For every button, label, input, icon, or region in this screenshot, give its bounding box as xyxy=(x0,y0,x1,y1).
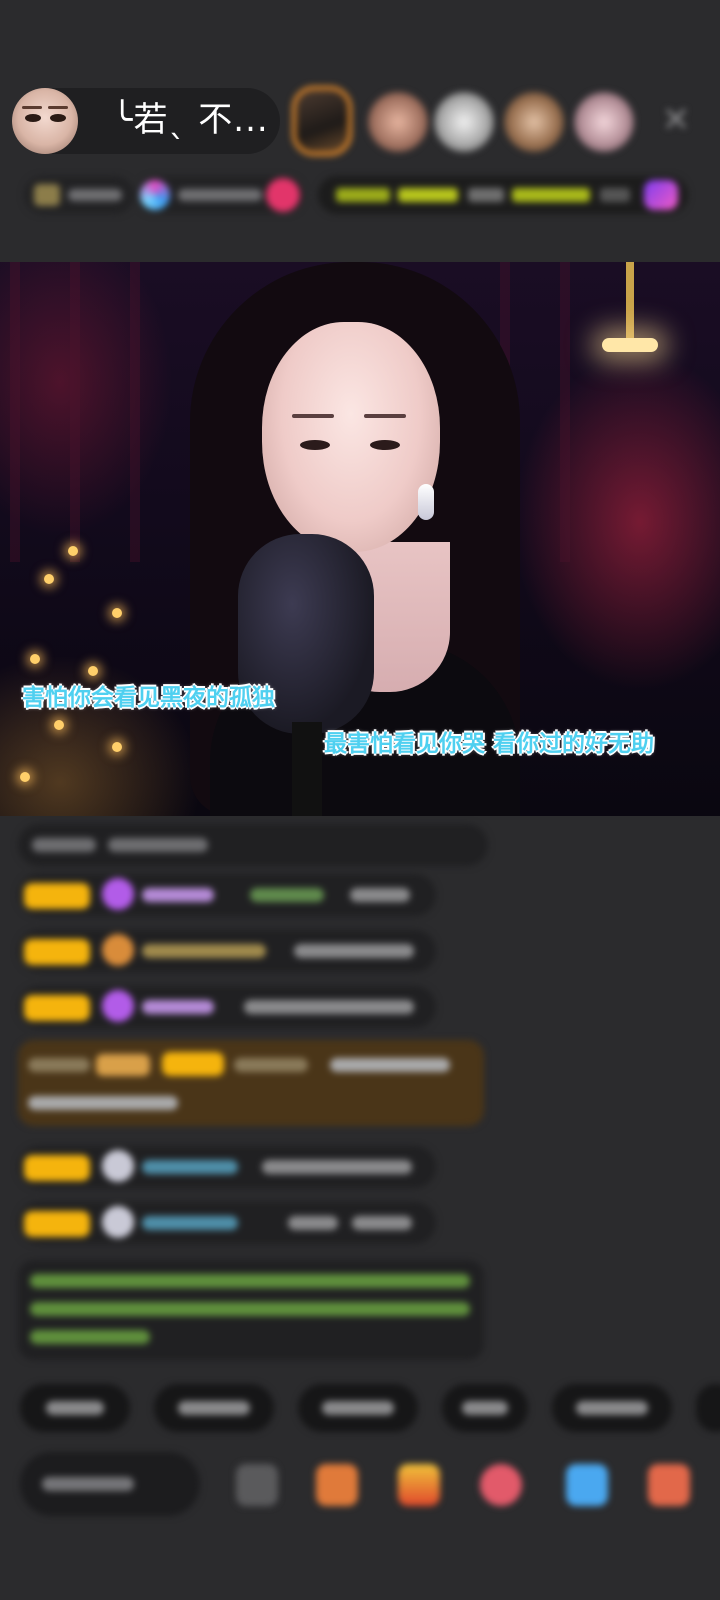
close-icon[interactable]: ✕ xyxy=(656,100,696,140)
system-notice xyxy=(18,1260,484,1360)
host-name: ╰若ˎ 不... xyxy=(112,100,269,140)
fan-club-icon[interactable] xyxy=(480,1464,522,1506)
viewer-avatar[interactable] xyxy=(368,92,428,152)
chat-list[interactable] xyxy=(0,816,720,1360)
quick-reply-chip[interactable] xyxy=(552,1384,672,1432)
chat-input[interactable] xyxy=(20,1452,200,1516)
quick-reply-chip[interactable] xyxy=(20,1384,130,1432)
quick-reply-chip[interactable] xyxy=(696,1384,720,1432)
status-row xyxy=(0,168,720,222)
popularity-text xyxy=(178,189,262,201)
chat-message xyxy=(18,874,436,916)
chat-message xyxy=(18,930,436,972)
chat-message xyxy=(18,1202,436,1244)
quick-reply-chip[interactable] xyxy=(154,1384,274,1432)
microphone-stand xyxy=(292,722,322,816)
quick-reply-chip[interactable] xyxy=(442,1384,528,1432)
viewer-avatar[interactable] xyxy=(574,92,634,152)
chat-message xyxy=(18,824,488,866)
pk-icon xyxy=(266,178,300,212)
viewer-avatar[interactable] xyxy=(434,92,494,152)
popularity-chip[interactable] xyxy=(136,176,304,214)
announcement-banner[interactable] xyxy=(318,176,688,214)
lyric-line-2: 最害怕看见你哭 看你过的好无助 xyxy=(324,731,655,757)
viewer-avatar[interactable] xyxy=(504,92,564,152)
earring xyxy=(418,484,434,520)
gift-icon[interactable] xyxy=(398,1464,440,1506)
chat-message-highlight xyxy=(18,1040,484,1126)
top-bar: ╰若ˎ 不... ✕ xyxy=(0,80,720,160)
quick-reply-chip[interactable] xyxy=(298,1384,418,1432)
popularity-icon xyxy=(140,180,170,210)
rank-chip[interactable] xyxy=(24,176,134,214)
quick-reply-row xyxy=(0,1384,720,1436)
host-avatar[interactable] xyxy=(12,88,78,154)
more-icon[interactable] xyxy=(648,1464,690,1506)
mail-icon[interactable] xyxy=(236,1464,278,1506)
gift-box-icon[interactable] xyxy=(316,1464,358,1506)
rank-icon xyxy=(34,184,60,206)
chat-message xyxy=(18,1146,436,1188)
banner-icon xyxy=(644,180,678,210)
rank-text xyxy=(68,189,122,201)
top-viewer-avatar[interactable] xyxy=(292,86,352,156)
live-video[interactable]: 害怕你会看见黑夜的孤独 最害怕看见你哭 看你过的好无助 xyxy=(0,262,720,816)
action-bar xyxy=(0,1452,720,1532)
chat-message xyxy=(18,986,436,1028)
game-icon[interactable] xyxy=(566,1464,608,1506)
lyric-line-1: 害怕你会看见黑夜的孤独 xyxy=(22,685,275,711)
lamp-glow xyxy=(602,338,658,352)
host-info-pill[interactable]: ╰若ˎ 不... xyxy=(12,88,280,154)
lamp xyxy=(626,262,634,340)
